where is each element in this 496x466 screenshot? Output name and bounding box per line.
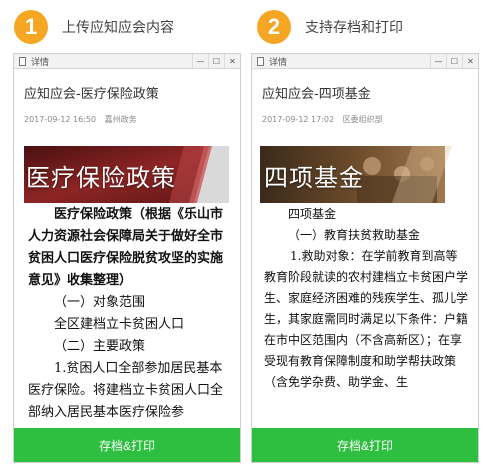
article-title: 应知应会-医疗保险政策 (24, 87, 159, 102)
window-titlebar: 详情 — ☐ ✕ (252, 54, 478, 69)
article-banner: 医疗保险政策 (14, 146, 240, 203)
step-1: 1 上传应知应会内容 (14, 10, 174, 44)
paragraph-heading: 四项基金 (288, 207, 337, 221)
article-source: 区委组织部 (342, 115, 383, 124)
article-date: 2017-09-12 16:50 (24, 115, 97, 124)
article-source: 嘉州政务 (104, 115, 137, 124)
minimize-button[interactable]: — (430, 54, 446, 68)
step-2-badge: 2 (257, 10, 291, 44)
close-button[interactable]: ✕ (224, 54, 240, 68)
article-date: 2017-09-12 17:02 (262, 115, 335, 124)
banner-title: 医疗保险政策 (26, 164, 176, 192)
archive-print-button[interactable]: 存档&打印 (14, 428, 240, 462)
paragraph-policy-1: 1.贫困人口全部参加居民基本医疗保险。将建档立卡贫困人口全部纳入居民基本医疗保险… (28, 361, 224, 420)
article-meta: 2017-09-12 17:02 区委组织部 (262, 114, 478, 125)
article-body: 医疗保险政策（根据《乐山市人力资源社会保障局关于做好全市贫困人口医疗保险脱贫攻坚… (14, 204, 240, 424)
document-icon (257, 56, 264, 66)
step-2-label: 支持存档和打印 (305, 20, 403, 36)
document-icon (19, 56, 26, 66)
article-title: 应知应会-四项基金 (262, 87, 371, 102)
article-banner: 四项基金 (252, 146, 478, 203)
article-body: 四项基金 （一）教育扶贫救助基金 1.救助对象：在学前教育到高等教育阶段就读的农… (252, 204, 478, 424)
maximize-button[interactable]: ☐ (208, 54, 224, 68)
window-title: 详情 (31, 57, 50, 68)
maximize-button[interactable]: ☐ (446, 54, 462, 68)
paragraph-subheading: （一）教育扶贫救助基金 (288, 228, 421, 242)
window-titlebar: 详情 — ☐ ✕ (14, 54, 240, 69)
paragraph-rescue-target: 1.救助对象：在学前教育到高等教育阶段就读的农村建档立卡贫困户学生、家庭经济困难… (264, 249, 469, 389)
minimize-button[interactable]: — (192, 54, 208, 68)
detail-window-right: 详情 — ☐ ✕ 应知应会-四项基金 2017-09-12 17:02 区委组织… (251, 53, 479, 463)
window-title: 详情 (269, 57, 288, 68)
paragraph-heading-scope: （一）对象范围 (54, 295, 146, 310)
step-1-badge: 1 (14, 10, 48, 44)
detail-window-left: 详情 — ☐ ✕ 应知应会-医疗保险政策 2017-09-12 16:50 嘉州… (13, 53, 241, 463)
paragraph-scope: 全区建档立卡贫困人口 (54, 317, 185, 332)
close-button[interactable]: ✕ (462, 54, 478, 68)
paragraph-intro: 医疗保险政策（根据《乐山市人力资源社会保障局关于做好全市贫困人口医疗保险脱贫攻坚… (28, 207, 224, 288)
step-2: 2 支持存档和打印 (257, 10, 403, 44)
banner-title: 四项基金 (264, 164, 364, 192)
step-1-label: 上传应知应会内容 (62, 20, 174, 36)
archive-print-button[interactable]: 存档&打印 (252, 428, 478, 462)
article-meta: 2017-09-12 16:50 嘉州政务 (24, 114, 240, 125)
paragraph-heading-policy: （二）主要政策 (54, 339, 146, 354)
